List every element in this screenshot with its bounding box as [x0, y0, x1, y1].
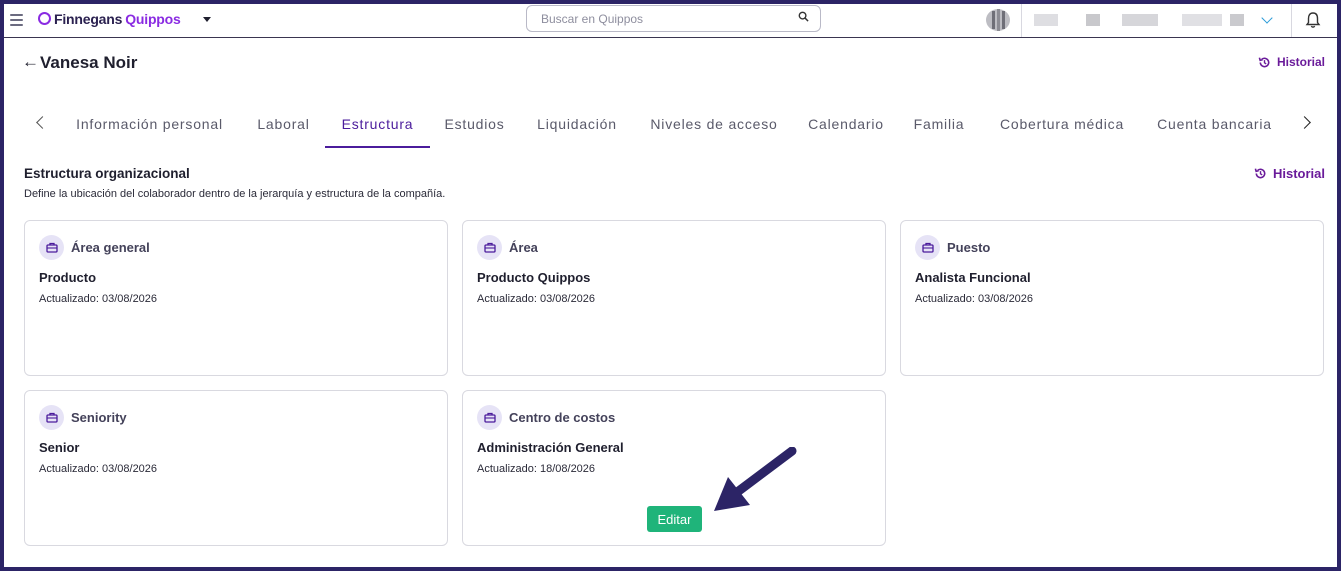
- menu-icon[interactable]: [10, 14, 23, 26]
- logo-brand: Quippos: [125, 11, 181, 27]
- card-area-general: Área general Producto Actualizado: 03/08…: [24, 220, 448, 376]
- caret-down-icon[interactable]: [203, 17, 211, 22]
- annotation-arrow-icon: [714, 447, 797, 511]
- tab-laboral[interactable]: Laboral: [249, 104, 318, 148]
- user-info: [1122, 14, 1158, 26]
- briefcase-icon: [39, 235, 64, 260]
- tabs-prev-icon[interactable]: [36, 116, 49, 129]
- tab-liquidacion[interactable]: Liquidación: [527, 104, 627, 148]
- user-info: [1182, 14, 1222, 26]
- card-label: Área: [509, 240, 538, 255]
- card-puesto: Puesto Analista Funcional Actualizado: 0…: [900, 220, 1324, 376]
- tab-cobertura-medica[interactable]: Cobertura médica: [989, 104, 1135, 148]
- history-label: Historial: [1276, 55, 1325, 69]
- card-header: Área general: [39, 235, 150, 260]
- search-icon[interactable]: [798, 11, 809, 22]
- history-label: Historial: [1272, 166, 1325, 181]
- tab-informacion-personal[interactable]: Información personal: [62, 104, 237, 148]
- history-link[interactable]: Historial: [1258, 55, 1325, 69]
- tab-bar: Información personal Laboral Estructura …: [4, 104, 1337, 148]
- tab-niveles-de-acceso[interactable]: Niveles de acceso: [641, 104, 787, 148]
- page-title: Vanesa Noir: [40, 53, 138, 72]
- divider: [1291, 4, 1292, 37]
- card-header: Seniority: [39, 405, 127, 430]
- briefcase-icon: [39, 405, 64, 430]
- section-description: Define la ubicación del colaborador dent…: [24, 188, 446, 200]
- section-history-link[interactable]: Historial: [1254, 166, 1325, 181]
- card-value: Analista Funcional: [915, 270, 1031, 285]
- card-value: Producto Quippos: [477, 270, 591, 285]
- chevron-down-icon[interactable]: [1261, 12, 1273, 24]
- organization-logo[interactable]: [984, 8, 1012, 32]
- card-value: Senior: [39, 440, 80, 455]
- card-header: Centro de costos: [477, 405, 615, 430]
- app-logo[interactable]: Finnegans Quippos: [38, 11, 181, 27]
- card-header: Área: [477, 235, 538, 260]
- user-info: [1086, 14, 1100, 26]
- back-arrow-icon[interactable]: ←: [22, 52, 39, 72]
- card-seniority: Seniority Senior Actualizado: 03/08/2026: [24, 390, 448, 546]
- tab-cuenta-bancaria[interactable]: Cuenta bancaria: [1149, 104, 1280, 148]
- card-label: Centro de costos: [509, 410, 616, 425]
- history-icon: [1254, 168, 1266, 179]
- top-bar: Finnegans Quippos: [4, 4, 1337, 38]
- card-header: Puesto: [915, 235, 990, 260]
- section-title: Estructura organizacional: [24, 166, 190, 181]
- search-input[interactable]: [526, 5, 821, 32]
- tab-familia[interactable]: Familia: [907, 104, 971, 148]
- tab-estudios[interactable]: Estudios: [436, 104, 513, 148]
- card-value: Producto: [39, 270, 97, 285]
- user-info: [1034, 14, 1058, 26]
- tab-estructura[interactable]: Estructura: [325, 104, 430, 148]
- bell-icon[interactable]: [1305, 11, 1321, 29]
- card-updated-date: Actualizado: 03/08/2026: [39, 293, 158, 305]
- user-info: [1230, 14, 1244, 26]
- divider: [1021, 4, 1022, 37]
- card-label: Puesto: [947, 240, 991, 255]
- briefcase-icon: [915, 235, 940, 260]
- tabs-next-icon[interactable]: [1298, 116, 1311, 129]
- card-updated-date: Actualizado: 18/08/2026: [477, 463, 596, 475]
- history-icon: [1258, 56, 1270, 67]
- briefcase-icon: [477, 235, 502, 260]
- tab-calendario[interactable]: Calendario: [800, 104, 892, 148]
- card-centro-de-costos: Centro de costos Administración General …: [462, 390, 886, 546]
- logo-text: Finnegans: [54, 11, 123, 27]
- card-updated-date: Actualizado: 03/08/2026: [915, 293, 1034, 305]
- card-area: Área Producto Quippos Actualizado: 03/08…: [462, 220, 886, 376]
- briefcase-icon: [477, 405, 502, 430]
- card-updated-date: Actualizado: 03/08/2026: [477, 293, 596, 305]
- edit-button[interactable]: Editar: [647, 506, 702, 532]
- logo-mark-icon: [38, 11, 51, 25]
- card-updated-date: Actualizado: 03/08/2026: [39, 463, 158, 475]
- app-window: FinnegansQuippos ← Vanesa Noir: [4, 4, 1337, 567]
- card-value: Administración General: [477, 440, 624, 455]
- card-label: Área general: [71, 240, 150, 255]
- card-label: Seniority: [71, 410, 127, 425]
